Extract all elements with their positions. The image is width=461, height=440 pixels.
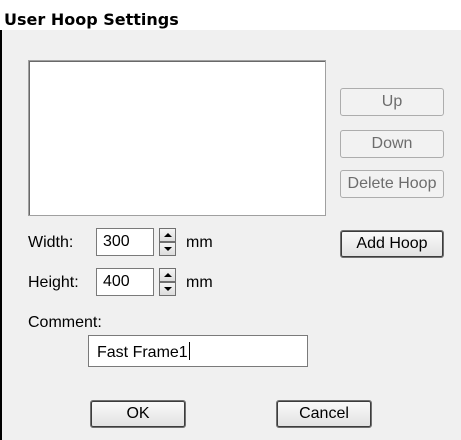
ok-button[interactable]: OK bbox=[90, 400, 186, 428]
width-spinner[interactable] bbox=[159, 228, 176, 256]
width-unit: mm bbox=[186, 234, 213, 251]
cancel-button[interactable]: Cancel bbox=[276, 400, 372, 428]
down-button[interactable]: Down bbox=[340, 130, 444, 158]
height-field[interactable]: 400 bbox=[96, 268, 154, 296]
up-button[interactable]: Up bbox=[340, 88, 444, 116]
add-hoop-button[interactable]: Add Hoop bbox=[340, 230, 444, 258]
delete-hoop-button[interactable]: Delete Hoop bbox=[340, 170, 444, 198]
height-unit: mm bbox=[186, 274, 213, 291]
width-spin-up-icon[interactable] bbox=[159, 228, 176, 242]
width-field[interactable]: 300 bbox=[96, 228, 154, 256]
width-spin-down-icon[interactable] bbox=[159, 242, 176, 256]
comment-field[interactable]: Fast Frame1 bbox=[88, 335, 308, 367]
comment-label: Comment: bbox=[28, 314, 102, 331]
window-title: User Hoop Settings bbox=[4, 10, 179, 29]
height-spin-down-icon[interactable] bbox=[159, 282, 176, 296]
width-label: Width: bbox=[28, 234, 74, 251]
text-caret bbox=[188, 342, 190, 360]
height-label: Height: bbox=[28, 274, 79, 291]
height-spin-up-icon[interactable] bbox=[159, 268, 176, 282]
height-spinner[interactable] bbox=[159, 268, 176, 296]
hoop-list[interactable] bbox=[28, 60, 326, 216]
comment-text: Fast Frame1 bbox=[97, 344, 188, 361]
